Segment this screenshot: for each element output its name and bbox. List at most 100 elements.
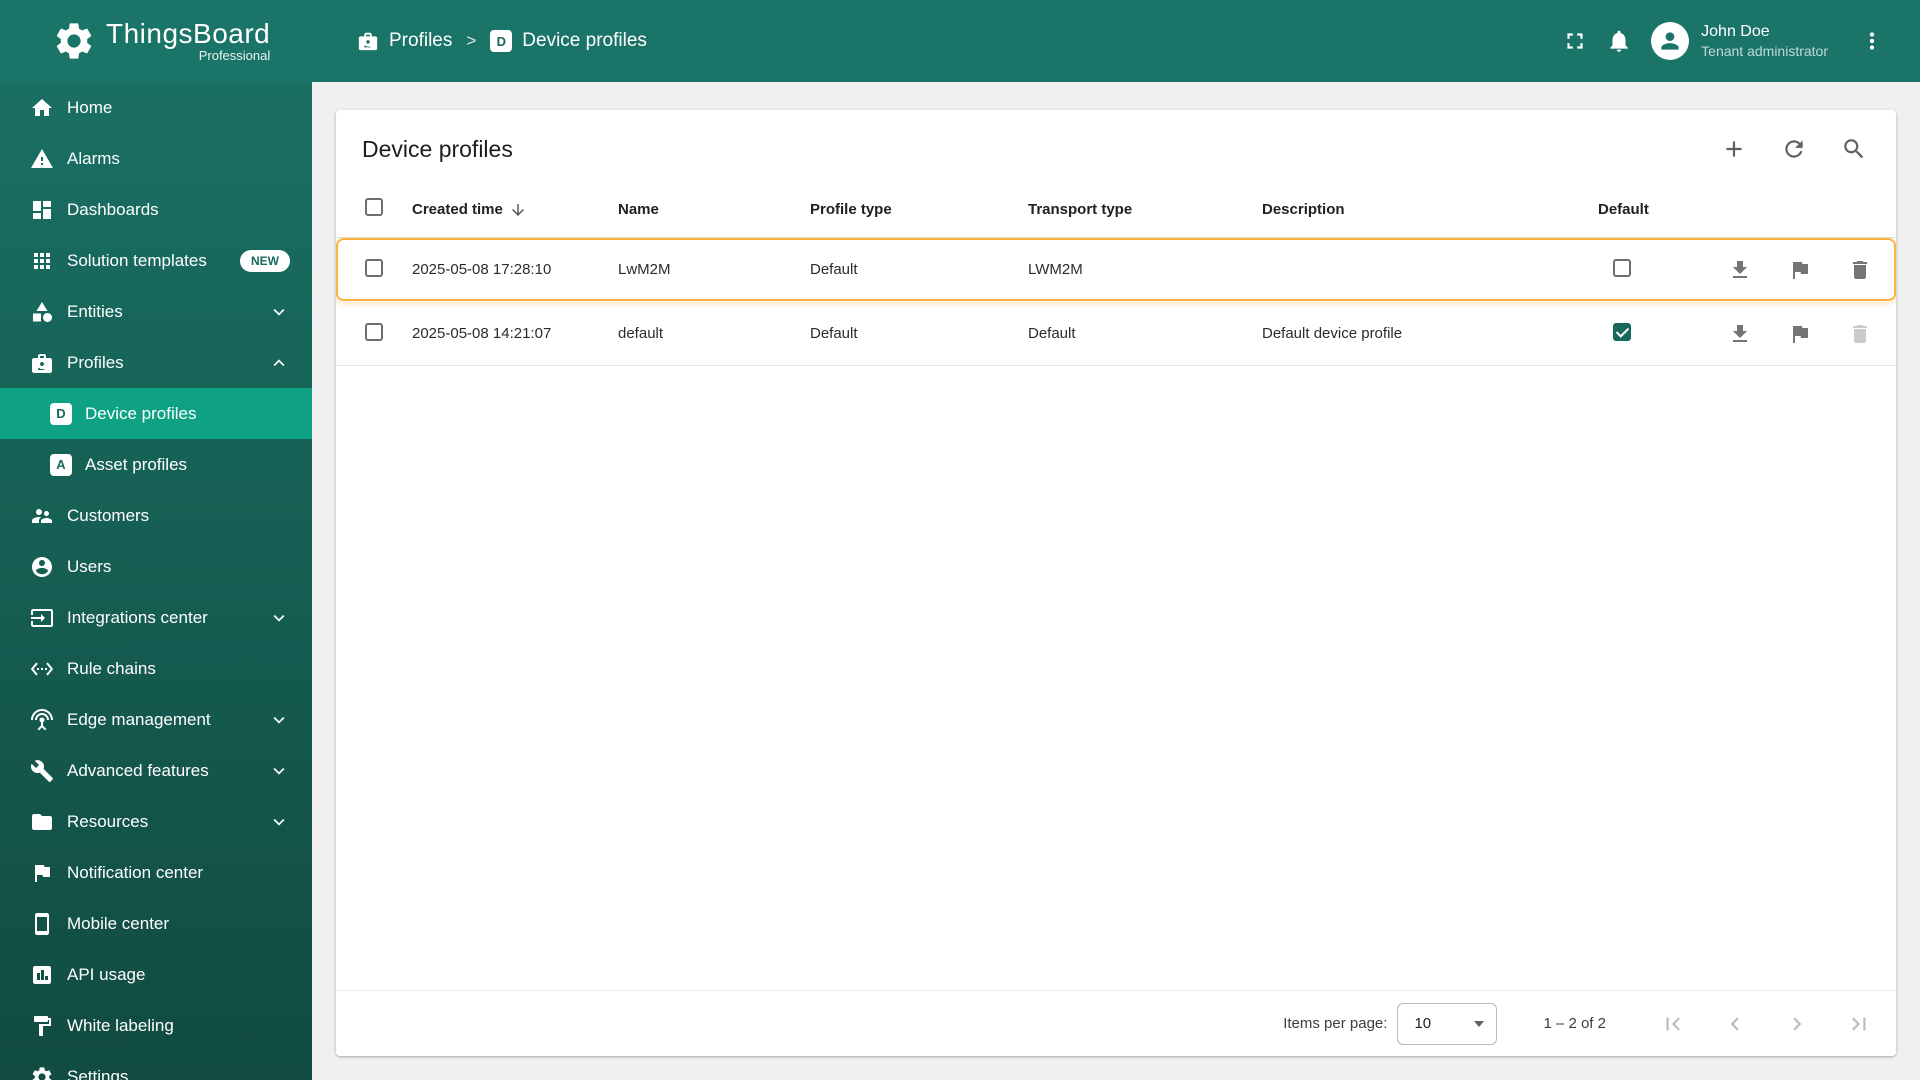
sidebar-item-settings[interactable]: Settings (0, 1051, 312, 1080)
user-name: John Doe (1701, 22, 1770, 40)
previous-page-button[interactable] (1722, 1011, 1748, 1037)
table-row[interactable]: 2025-05-08 14:21:07 default Default Default… (336, 302, 1896, 366)
brand-edition: Professional (198, 48, 271, 64)
home-icon (32, 98, 52, 116)
delete-icon (1853, 324, 1867, 343)
sidebar-item-dashboards[interactable]: Dashboards (0, 184, 312, 235)
default-checkbox[interactable] (1613, 258, 1631, 277)
sidebar-item-white-labeling[interactable]: White labeling (0, 1000, 312, 1051)
sidebar-item-profiles[interactable]: Profiles (0, 337, 312, 388)
more-menu-button[interactable] (1850, 19, 1894, 63)
cell-transport-type: Default (1028, 325, 1076, 342)
column-name[interactable]: Name (618, 201, 810, 218)
sidebar-item-asset-profiles[interactable]: A Asset profiles (0, 439, 312, 490)
last-page-button[interactable] (1846, 1011, 1872, 1037)
profiles-icon (32, 353, 52, 373)
brand-name: ThingsBoard (106, 17, 271, 49)
thingsboard-logo-icon (56, 23, 92, 59)
sidebar-item-solution-templates[interactable]: Solution templates NEW (0, 235, 312, 286)
sidebar-item-advanced-features[interactable]: Advanced features (0, 745, 312, 796)
main-content: Device profiles Created time Name Profil… (312, 82, 1920, 1080)
sidebar-item-label: Dashboards (67, 199, 159, 219)
next-page-button[interactable] (1784, 1011, 1810, 1037)
fullscreen-button[interactable] (1553, 19, 1597, 63)
sidebar-item-label: Edge management (67, 709, 211, 729)
rule-chains-icon (30, 661, 54, 676)
mobile-icon (35, 912, 49, 935)
breadcrumb: Profiles > D Device profiles (357, 30, 647, 52)
table-header: Created time Name Profile type Transport… (336, 182, 1896, 238)
chevron-down-icon (273, 614, 285, 622)
export-profile-button[interactable] (1728, 322, 1752, 346)
cell-name: default (618, 325, 664, 342)
app-logo[interactable]: ThingsBoard Professional (0, 17, 312, 64)
pager-controls (1660, 1011, 1872, 1037)
resources-icon (32, 813, 52, 830)
make-default-button[interactable] (1788, 258, 1812, 282)
sidebar-item-label: Settings (67, 1066, 129, 1080)
sidebar-item-alarms[interactable]: Alarms (0, 133, 312, 184)
sidebar-item-customers[interactable]: Customers (0, 490, 312, 541)
paginator: Items per page: 10 1 – 2 of 2 (336, 990, 1896, 1056)
row-checkbox[interactable] (365, 258, 383, 277)
first-page-button[interactable] (1660, 1011, 1686, 1037)
sidebar-item-notification-center[interactable]: Notification center (0, 847, 312, 898)
user-role: Tenant administrator (1701, 43, 1828, 60)
notifications-button[interactable] (1597, 19, 1641, 63)
cell-description: Default device profile (1262, 325, 1403, 342)
sidebar-item-resources[interactable]: Resources (0, 796, 312, 847)
asset-profile-icon: A (50, 453, 72, 476)
users-icon (32, 556, 52, 577)
sidebar-item-label: Solution templates (67, 250, 207, 270)
sidebar-item-label: Home (67, 97, 113, 117)
sidebar-item-label: Advanced features (67, 760, 209, 780)
device-profile-icon: D (490, 30, 513, 52)
search-button[interactable] (1841, 136, 1867, 162)
table-row[interactable]: 2025-05-08 17:28:10 LwM2M Default LWM2M (336, 238, 1896, 302)
sidebar-item-mobile-center[interactable]: Mobile center (0, 898, 312, 949)
breadcrumb-separator: > (466, 31, 477, 50)
sidebar-item-label: White labeling (67, 1015, 174, 1035)
breadcrumb-profiles-link[interactable]: Profiles (357, 30, 452, 52)
items-per-page-select[interactable]: 10 (1397, 1002, 1498, 1045)
export-profile-button[interactable] (1728, 258, 1752, 282)
sidebar-item-label: Integrations center (67, 607, 208, 627)
sidebar-item-edge-management[interactable]: Edge management (0, 694, 312, 745)
delete-profile-button[interactable] (1848, 322, 1872, 346)
user-info[interactable]: John Doe Tenant administrator (1701, 21, 1828, 61)
add-device-profile-button[interactable] (1721, 136, 1747, 162)
sidebar-item-label: Entities (67, 301, 123, 321)
column-description[interactable]: Description (1262, 201, 1598, 218)
column-default[interactable]: Default (1598, 201, 1728, 218)
flag-icon (1793, 325, 1808, 343)
refresh-button[interactable] (1781, 136, 1807, 162)
user-avatar[interactable] (1651, 22, 1690, 60)
sidebar-item-label: Rule chains (67, 658, 156, 678)
sidebar-item-label: Asset profiles (85, 454, 188, 474)
row-checkbox[interactable] (365, 322, 383, 341)
sidebar-item-rule-chains[interactable]: Rule chains (0, 643, 312, 694)
download-icon (1733, 260, 1747, 278)
white-labeling-icon (34, 1015, 51, 1036)
column-transport-type[interactable]: Transport type (1028, 201, 1262, 218)
chevron-left-icon (1730, 1017, 1739, 1030)
sidebar-item-label: Profiles (67, 352, 124, 372)
sidebar-item-users[interactable]: Users (0, 541, 312, 592)
sidebar-item-device-profiles[interactable]: D Device profiles (0, 388, 312, 439)
plus-icon (1726, 141, 1742, 157)
sidebar-item-home[interactable]: Home (0, 82, 312, 133)
sidebar-item-integrations-center[interactable]: Integrations center (0, 592, 312, 643)
sidebar-item-api-usage[interactable]: API usage (0, 949, 312, 1000)
cell-transport-type: LWM2M (1028, 261, 1083, 278)
select-all-checkbox[interactable] (365, 198, 383, 216)
breadcrumb-parent-label: Profiles (389, 30, 453, 51)
chevron-up-icon (273, 358, 285, 366)
column-profile-type[interactable]: Profile type (810, 201, 1028, 218)
make-default-button[interactable] (1788, 322, 1812, 346)
default-checkbox[interactable] (1613, 322, 1631, 341)
advanced-icon (30, 759, 53, 782)
column-created-time[interactable]: Created time (412, 201, 618, 219)
card-actions (1721, 136, 1867, 162)
sidebar-item-entities[interactable]: Entities (0, 286, 312, 337)
delete-profile-button[interactable] (1848, 258, 1872, 282)
